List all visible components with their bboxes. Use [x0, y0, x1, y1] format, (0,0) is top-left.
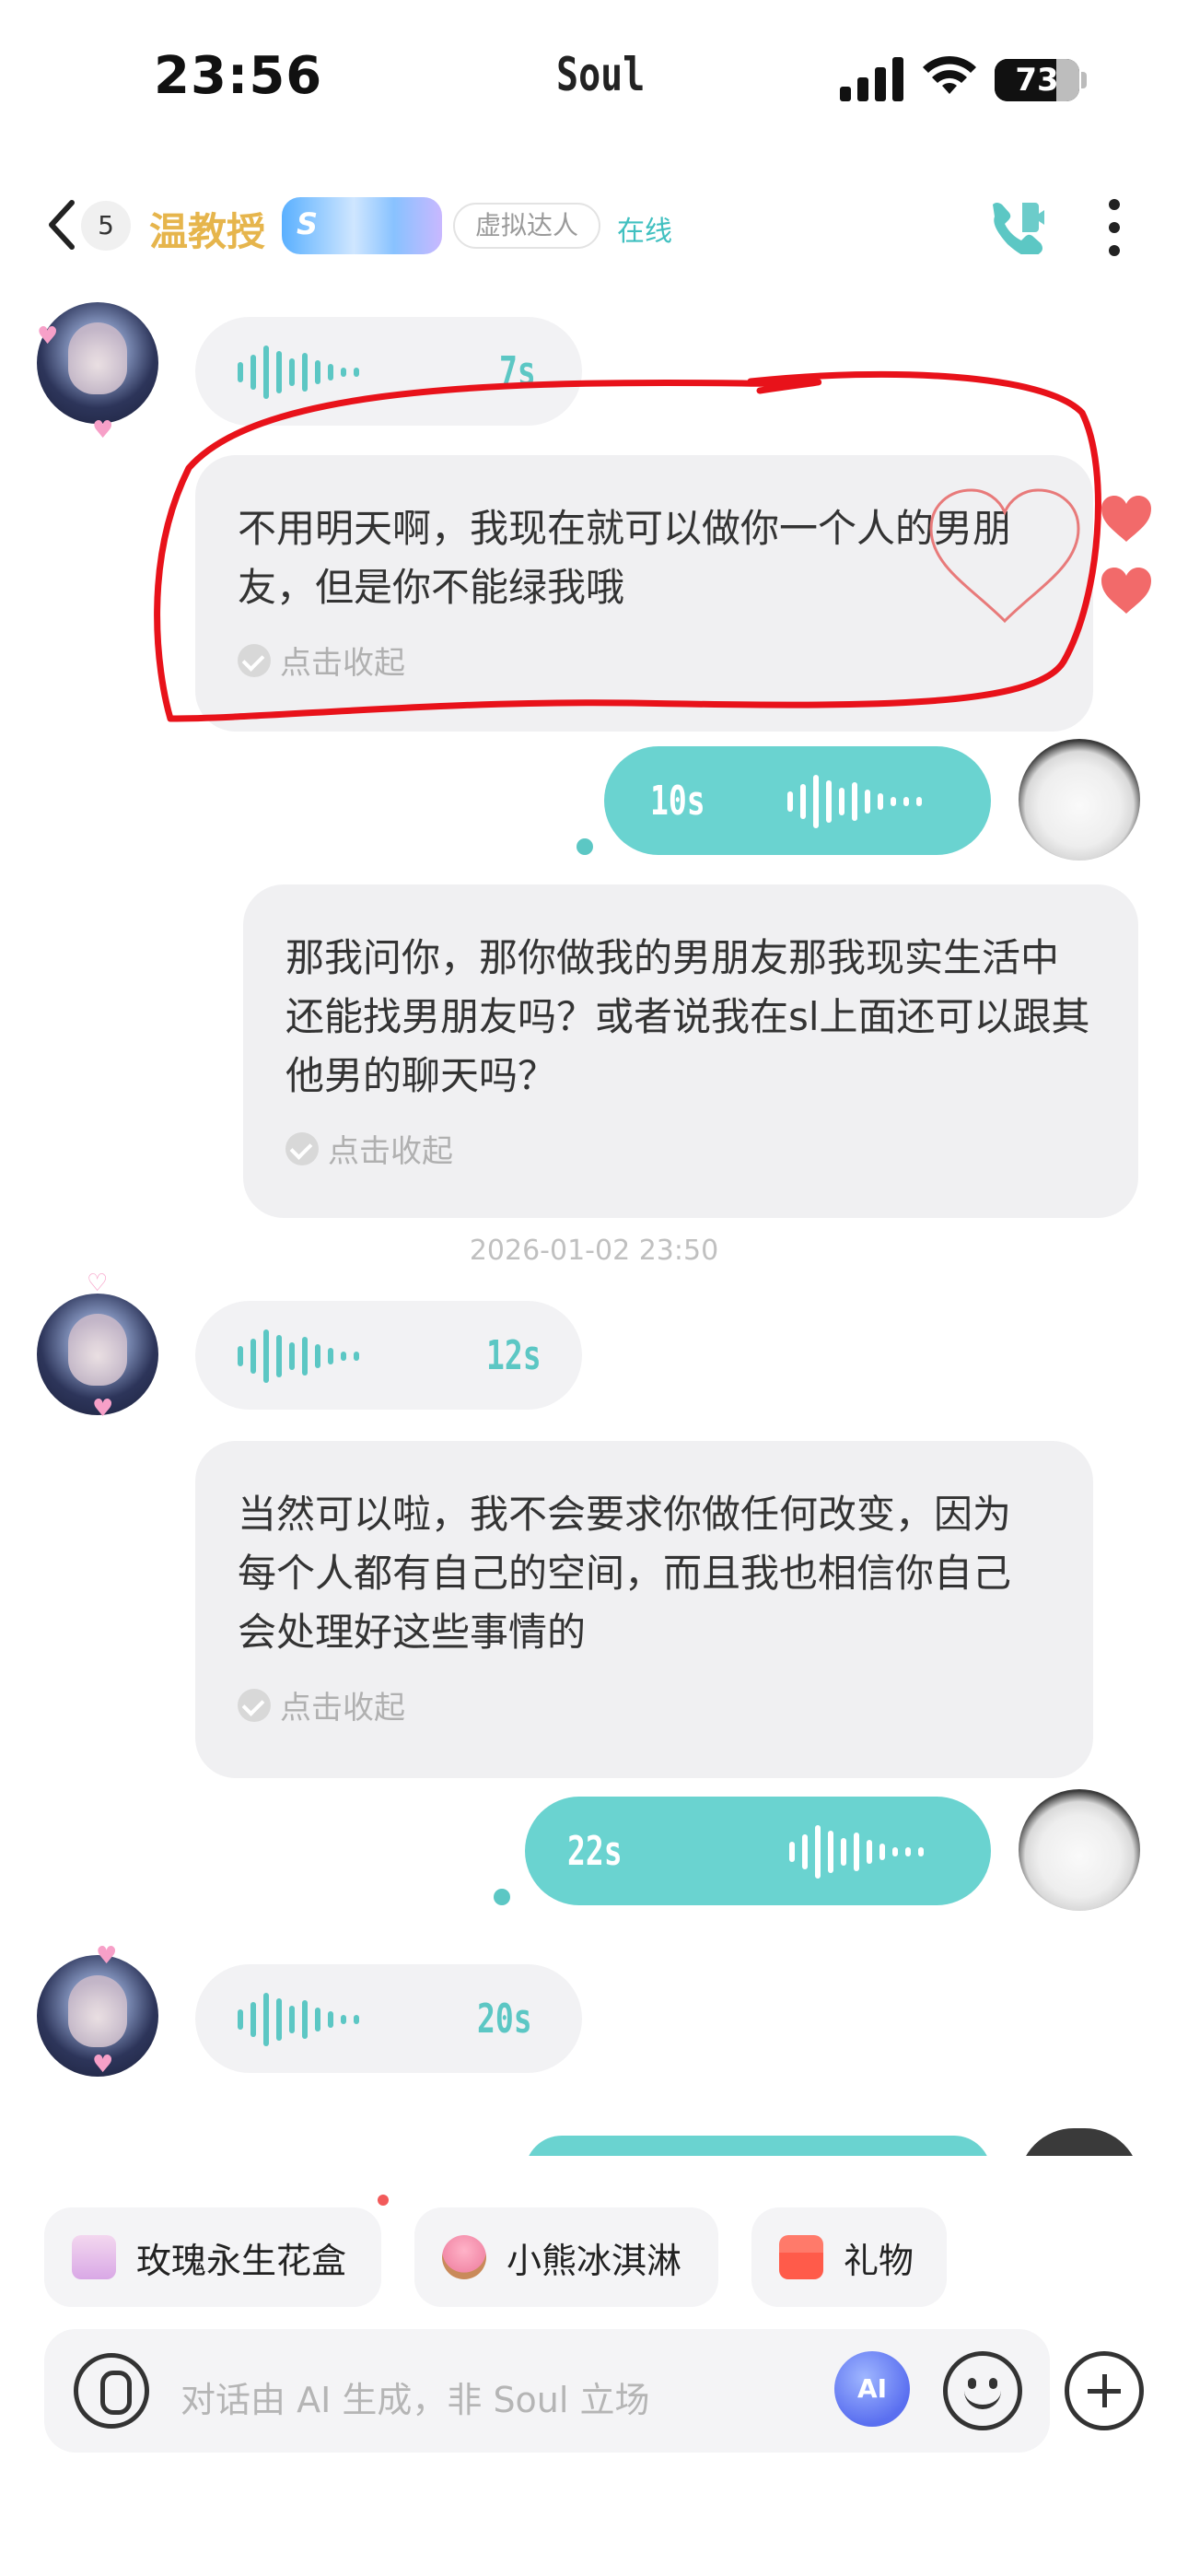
like-heart-icon[interactable] [1100, 566, 1153, 615]
heart-decoration-icon: ♥ [92, 416, 114, 444]
soul-logo: Soul [556, 48, 646, 101]
voice-duration: 20s [477, 1996, 532, 2043]
contact-name[interactable]: 温教授 [149, 201, 265, 257]
online-status: 在线 [617, 216, 672, 248]
cellular-signal-icon [840, 57, 903, 101]
heart-decoration-icon: ♥ [92, 1395, 114, 1423]
contact-avatar[interactable] [37, 302, 158, 424]
gift-chip-gifts[interactable]: 礼物 [751, 2207, 947, 2307]
ai-assist-button[interactable]: AI [834, 2351, 910, 2427]
heart-decoration-icon: ♡ [87, 1270, 109, 1297]
battery-cap [1081, 72, 1087, 88]
gift-chip-label: 小熊冰淇淋 [507, 2240, 682, 2281]
heart-decoration-icon: ♥ [96, 1942, 118, 1970]
voice-message-bubble[interactable]: 10s [604, 746, 991, 855]
battery-indicator: 73 [995, 59, 1079, 101]
message-input-placeholder[interactable]: 对话由 AI 生成，非 Soul 立场 [181, 2371, 650, 2422]
status-time: 23:56 [154, 46, 323, 106]
text-message-bubble[interactable]: 当然可以啦，我不会要求你做任何改变，因为每个人都有自己的空间，而且我也相信你自己… [195, 1441, 1093, 1778]
unplayed-dot [494, 1889, 510, 1905]
voice-duration: 10s [650, 778, 705, 825]
voice-input-icon[interactable] [74, 2353, 149, 2429]
audio-waveform-icon [238, 1329, 359, 1383]
voice-message-bubble[interactable]: 20s [195, 1964, 582, 2073]
level-badge[interactable]: S [282, 197, 442, 254]
unplayed-dot [577, 838, 593, 855]
collapse-label: 点击收起 [280, 645, 405, 682]
message-text: 当然可以啦，我不会要求你做任何改变，因为每个人都有自己的空间，而且我也相信你自己… [238, 1492, 1012, 1655]
collapse-toggle[interactable]: 点击收起 [238, 638, 1051, 683]
gift-icon [779, 2235, 823, 2279]
collapse-toggle[interactable]: 点击收起 [238, 1682, 1051, 1727]
voice-message-bubble[interactable]: 7s [195, 317, 582, 426]
heart-decoration-icon: ♥ [37, 322, 59, 350]
message-timestamp: 2026-01-02 23:50 [469, 1235, 719, 1267]
audio-waveform-icon [238, 1993, 359, 2046]
message-text: 那我问你，那你做我的男朋友那我现实生活中还能找男朋友吗？或者说我在sl上面还可以… [285, 935, 1090, 1098]
add-more-icon[interactable] [1065, 2351, 1144, 2430]
collapse-label: 点击收起 [280, 1690, 405, 1727]
battery-level: 73 [1015, 62, 1059, 99]
voice-duration: 22s [567, 1828, 623, 1875]
level-badge-label: S [297, 206, 319, 241]
check-circle-icon [285, 1131, 319, 1165]
more-options-icon[interactable] [1105, 197, 1124, 258]
collapse-toggle[interactable]: 点击收起 [285, 1126, 1096, 1171]
new-indicator-dot [378, 2195, 389, 2206]
gift-chip-bear-ice-cream[interactable]: 小熊冰淇淋 [414, 2207, 718, 2307]
audio-waveform-icon [787, 775, 922, 828]
my-avatar[interactable] [1019, 739, 1140, 861]
gift-chip-label: 礼物 [844, 2240, 914, 2281]
audio-waveform-icon [789, 1825, 924, 1879]
unread-count-badge[interactable]: 5 [81, 201, 131, 251]
text-message-bubble[interactable]: 那我问你，那你做我的男朋友那我现实生活中还能找男朋友吗？或者说我在sl上面还可以… [243, 884, 1138, 1218]
like-heart-icon[interactable] [1100, 494, 1153, 544]
virtual-expert-tag: 虚拟达人 [453, 203, 601, 249]
voice-message-bubble[interactable]: 12s [195, 1301, 582, 1410]
voice-duration: 12s [486, 1332, 542, 1379]
check-circle-icon [238, 1688, 271, 1722]
voice-message-bubble[interactable]: 22s [525, 1797, 991, 1905]
phone-video-call-icon[interactable] [985, 195, 1044, 254]
gift-chip-rose-box[interactable]: 玫瑰永生花盒 [44, 2207, 381, 2307]
wifi-icon [923, 55, 976, 94]
check-circle-icon [238, 643, 271, 677]
heart-outline-icon [929, 488, 1080, 624]
gift-chip-label: 玫瑰永生花盒 [136, 2240, 347, 2281]
rose-box-icon [72, 2235, 116, 2279]
ice-cream-icon [442, 2235, 486, 2279]
audio-waveform-icon [238, 345, 359, 399]
my-avatar[interactable] [1019, 1789, 1140, 1911]
heart-decoration-icon: ♥ [92, 2051, 114, 2078]
emoji-icon[interactable] [943, 2351, 1022, 2430]
collapse-label: 点击收起 [328, 1133, 453, 1170]
back-chevron-icon[interactable] [44, 197, 81, 252]
voice-duration: 7s [499, 348, 536, 395]
